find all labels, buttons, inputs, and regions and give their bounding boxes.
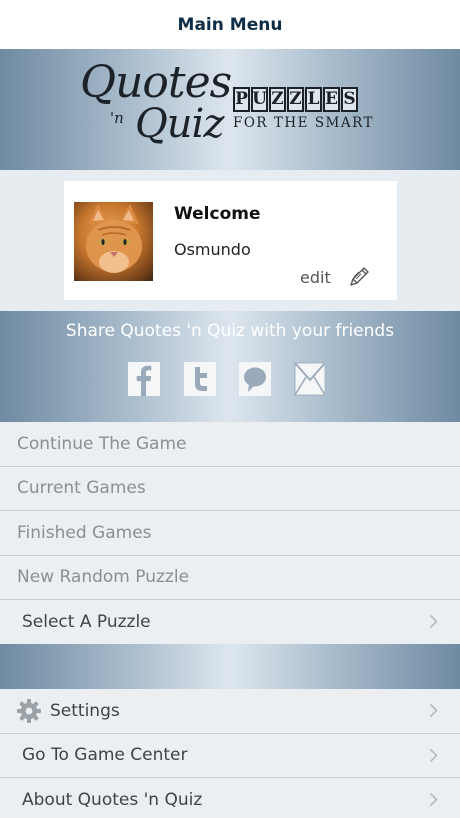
menu-item-settings[interactable]: Settings xyxy=(0,689,460,734)
menu-item-select-puzzle[interactable]: Select A Puzzle xyxy=(0,600,460,645)
facebook-icon[interactable] xyxy=(128,362,160,396)
logo-tile: Z xyxy=(287,87,304,112)
logo-tile: E xyxy=(323,87,340,112)
chevron-right-icon xyxy=(429,614,438,629)
menu-item-current-games[interactable]: Current Games xyxy=(0,467,460,511)
secondary-menu-list: Settings Go To Game Center About Quotes … xyxy=(0,689,460,818)
logo-puzzles-tiles: P U Z Z L E S xyxy=(233,87,358,112)
menu-item-about[interactable]: About Quotes 'n Quiz xyxy=(0,778,460,818)
logo-tile: S xyxy=(341,87,358,112)
twitter-icon[interactable] xyxy=(184,362,216,396)
edit-profile-link[interactable]: edit xyxy=(300,268,331,287)
share-section: Share Quotes 'n Quiz with your friends xyxy=(0,311,460,422)
menu-item-label: Settings xyxy=(50,700,120,721)
chevron-right-icon xyxy=(429,792,438,807)
chat-bubble-icon[interactable] xyxy=(239,362,271,396)
menu-item-label: Go To Game Center xyxy=(22,745,188,766)
logo-word-n: 'n xyxy=(110,109,124,127)
chevron-right-icon xyxy=(429,748,438,762)
menu-item-label: New Random Puzzle xyxy=(17,567,190,588)
username-label: Osmundo xyxy=(174,240,251,259)
logo-tile: P xyxy=(233,87,250,112)
gear-icon xyxy=(17,698,41,723)
chat-glyph-icon xyxy=(239,362,271,396)
main-menu-list: Continue The Game Current Games Finished… xyxy=(0,422,460,645)
menu-item-label: Current Games xyxy=(17,478,146,499)
pencil-edit-icon[interactable] xyxy=(348,264,372,288)
share-heading: Share Quotes 'n Quiz with your friends xyxy=(65,321,395,341)
logo-word-quiz: Quiz xyxy=(135,101,224,147)
menu-item-game-center[interactable]: Go To Game Center xyxy=(0,734,460,778)
logo-tagline: FOR THE SMART xyxy=(233,115,375,131)
chevron-right-icon xyxy=(429,703,438,718)
mail-glyph-icon xyxy=(294,362,326,396)
menu-item-continue-game[interactable]: Continue The Game xyxy=(0,422,460,467)
menu-item-finished-games[interactable]: Finished Games xyxy=(0,511,460,556)
app-logo-script: Quotes 'n Quiz xyxy=(80,57,235,165)
profile-card: Welcome Osmundo edit xyxy=(64,181,397,300)
mail-icon[interactable] xyxy=(294,362,326,396)
navigation-bar: Main Menu xyxy=(0,0,460,49)
page-title: Main Menu xyxy=(177,14,283,35)
menu-item-label: About Quotes 'n Quiz xyxy=(22,789,203,810)
profile-section: Welcome Osmundo edit xyxy=(0,170,460,311)
logo-banner: Quotes 'n Quiz P U Z Z L E S FOR THE SMA… xyxy=(0,49,460,170)
cat-avatar-image xyxy=(86,204,142,273)
avatar[interactable] xyxy=(74,202,153,281)
logo-tile: Z xyxy=(269,87,286,112)
menu-item-label: Finished Games xyxy=(17,522,152,543)
section-divider-band xyxy=(0,644,460,689)
menu-item-label: Select A Puzzle xyxy=(22,612,151,633)
facebook-glyph-icon xyxy=(128,362,160,396)
logo-tile: L xyxy=(305,87,322,112)
menu-item-label: Continue The Game xyxy=(17,433,187,454)
menu-item-new-random-puzzle[interactable]: New Random Puzzle xyxy=(0,556,460,600)
twitter-glyph-icon xyxy=(184,362,216,396)
welcome-heading: Welcome xyxy=(174,204,261,224)
logo-tile: U xyxy=(251,87,268,112)
